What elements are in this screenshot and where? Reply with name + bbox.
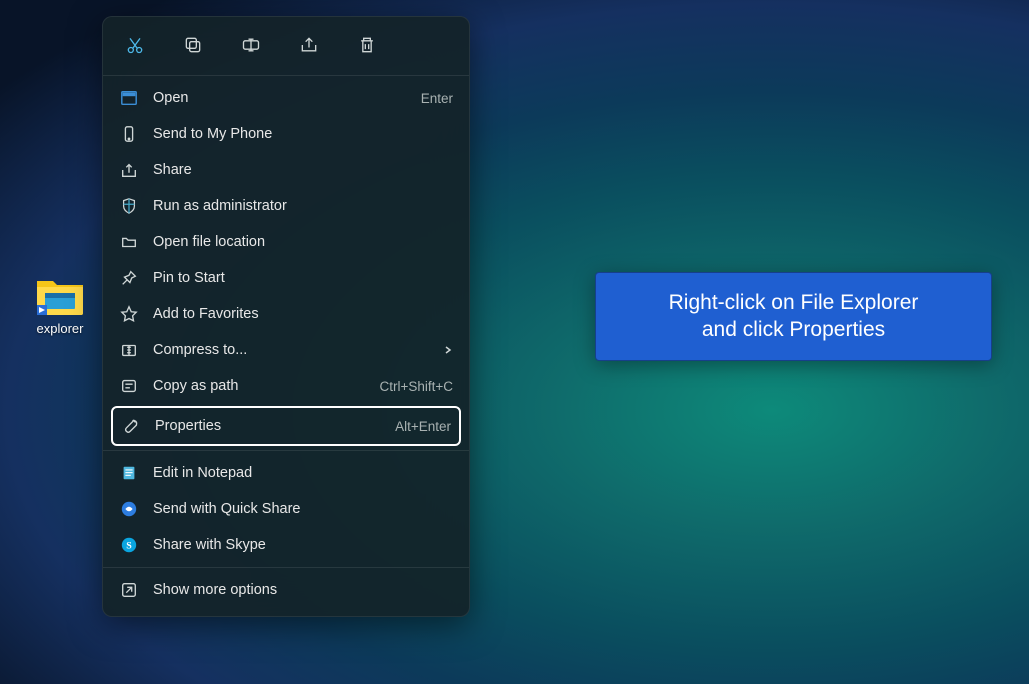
menu-label: Share bbox=[153, 162, 453, 178]
menu-item-quick-share[interactable]: Send with Quick Share bbox=[103, 491, 469, 527]
menu-label: Run as administrator bbox=[153, 198, 453, 214]
menu-label: Pin to Start bbox=[153, 270, 453, 286]
copy-icon[interactable] bbox=[179, 31, 207, 59]
menu-item-show-more[interactable]: Show more options bbox=[103, 572, 469, 608]
callout-line2: and click Properties bbox=[616, 316, 971, 343]
expand-icon bbox=[119, 581, 139, 599]
menu-item-edit-notepad[interactable]: Edit in Notepad bbox=[103, 455, 469, 491]
menu-item-properties[interactable]: Properties Alt+Enter bbox=[111, 406, 461, 446]
notepad-icon bbox=[119, 464, 139, 482]
phone-icon bbox=[119, 125, 139, 143]
menu-item-share[interactable]: Share bbox=[103, 152, 469, 188]
accelerator: Ctrl+Shift+C bbox=[379, 379, 453, 394]
quick-share-icon bbox=[119, 500, 139, 518]
callout-line1: Right-click on File Explorer bbox=[616, 289, 971, 316]
menu-item-open-location[interactable]: Open file location bbox=[103, 224, 469, 260]
star-icon bbox=[119, 305, 139, 323]
share-toolbar-icon[interactable] bbox=[295, 31, 323, 59]
menu-label: Edit in Notepad bbox=[153, 465, 453, 481]
pin-icon bbox=[119, 269, 139, 287]
open-icon bbox=[119, 89, 139, 107]
delete-icon[interactable] bbox=[353, 31, 381, 59]
context-menu: Open Enter Send to My Phone Share Run as… bbox=[102, 16, 470, 617]
context-toolbar bbox=[103, 25, 469, 71]
menu-item-send-phone[interactable]: Send to My Phone bbox=[103, 116, 469, 152]
rename-icon[interactable] bbox=[237, 31, 265, 59]
separator bbox=[103, 450, 469, 451]
menu-label: Open file location bbox=[153, 234, 453, 250]
menu-label: Compress to... bbox=[153, 342, 429, 358]
folder-open-icon bbox=[119, 233, 139, 251]
annotation-callout: Right-click on File Explorer and click P… bbox=[595, 272, 992, 361]
chevron-right-icon bbox=[443, 343, 453, 358]
menu-item-add-favorites[interactable]: Add to Favorites bbox=[103, 296, 469, 332]
callout-box: Right-click on File Explorer and click P… bbox=[595, 272, 992, 361]
menu-label: Send to My Phone bbox=[153, 126, 453, 142]
share-icon bbox=[119, 161, 139, 179]
menu-label: Show more options bbox=[153, 582, 453, 598]
menu-label: Share with Skype bbox=[153, 537, 453, 553]
shield-icon bbox=[119, 197, 139, 215]
wrench-icon bbox=[121, 417, 141, 435]
separator bbox=[103, 567, 469, 568]
menu-label: Properties bbox=[155, 418, 381, 434]
menu-label: Open bbox=[153, 90, 407, 106]
menu-item-pin-start[interactable]: Pin to Start bbox=[103, 260, 469, 296]
menu-item-open[interactable]: Open Enter bbox=[103, 80, 469, 116]
menu-label: Copy as path bbox=[153, 378, 365, 394]
archive-icon bbox=[119, 341, 139, 359]
copy-path-icon bbox=[119, 377, 139, 395]
folder-icon bbox=[35, 275, 85, 317]
menu-item-compress[interactable]: Compress to... bbox=[103, 332, 469, 368]
desktop-shortcut-label: explorer bbox=[37, 321, 84, 336]
menu-label: Add to Favorites bbox=[153, 306, 453, 322]
separator bbox=[103, 75, 469, 76]
desktop-shortcut-explorer[interactable]: explorer bbox=[30, 275, 90, 336]
menu-item-run-admin[interactable]: Run as administrator bbox=[103, 188, 469, 224]
menu-item-share-skype[interactable]: S Share with Skype bbox=[103, 527, 469, 563]
cut-icon[interactable] bbox=[121, 31, 149, 59]
accelerator: Alt+Enter bbox=[395, 419, 451, 434]
accelerator: Enter bbox=[421, 91, 453, 106]
menu-item-copy-path[interactable]: Copy as path Ctrl+Shift+C bbox=[103, 368, 469, 404]
skype-icon: S bbox=[119, 536, 139, 554]
svg-text:S: S bbox=[126, 541, 132, 552]
menu-label: Send with Quick Share bbox=[153, 501, 453, 517]
